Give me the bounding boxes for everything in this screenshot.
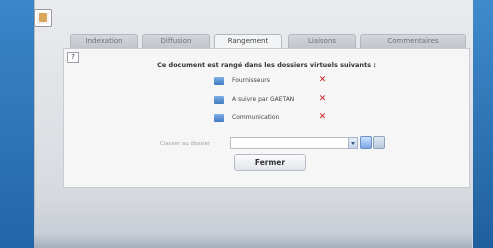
folder-icon <box>214 114 224 122</box>
folder-name: Fournisseurs <box>232 77 270 84</box>
folder-row: A suivre par GAETAN ✕ <box>214 95 334 107</box>
add-folder-button[interactable] <box>373 136 385 149</box>
remove-folder-icon[interactable]: ✕ <box>318 113 327 122</box>
close-button[interactable]: Fermer <box>234 154 306 171</box>
rangement-panel: ? Ce document est rangé dans les dossier… <box>63 48 470 188</box>
folder-icon <box>214 96 224 104</box>
tab-commentaires[interactable]: Commentaires <box>360 34 466 48</box>
tab-liaisons[interactable]: Liaisons <box>288 34 356 48</box>
folder-name: A suivre par GAETAN <box>232 96 295 103</box>
folder-icon <box>214 77 224 85</box>
remove-folder-icon[interactable]: ✕ <box>318 95 327 104</box>
remove-folder-icon[interactable]: ✕ <box>318 76 327 85</box>
window-bottom-shading <box>34 200 472 248</box>
add-folder-label: Classer au dossier <box>160 141 211 147</box>
tab-bar: Indexation Diffusion Rangement Liaisons … <box>70 34 470 49</box>
tab-rangement[interactable]: Rangement <box>214 34 282 49</box>
tab-diffusion[interactable]: Diffusion <box>142 34 210 48</box>
folder-row: Fournisseurs ✕ <box>214 76 334 88</box>
add-folder-input[interactable] <box>230 137 350 149</box>
folder-dropdown-icon[interactable] <box>348 137 358 149</box>
panel-heading: Ce document est rangé dans les dossiers … <box>157 61 376 69</box>
folder-row: Communication ✕ <box>214 113 334 125</box>
document-icon <box>34 9 52 27</box>
tab-indexation[interactable]: Indexation <box>70 34 138 48</box>
browse-folder-button[interactable] <box>360 136 372 149</box>
folder-name: Communication <box>232 114 280 121</box>
